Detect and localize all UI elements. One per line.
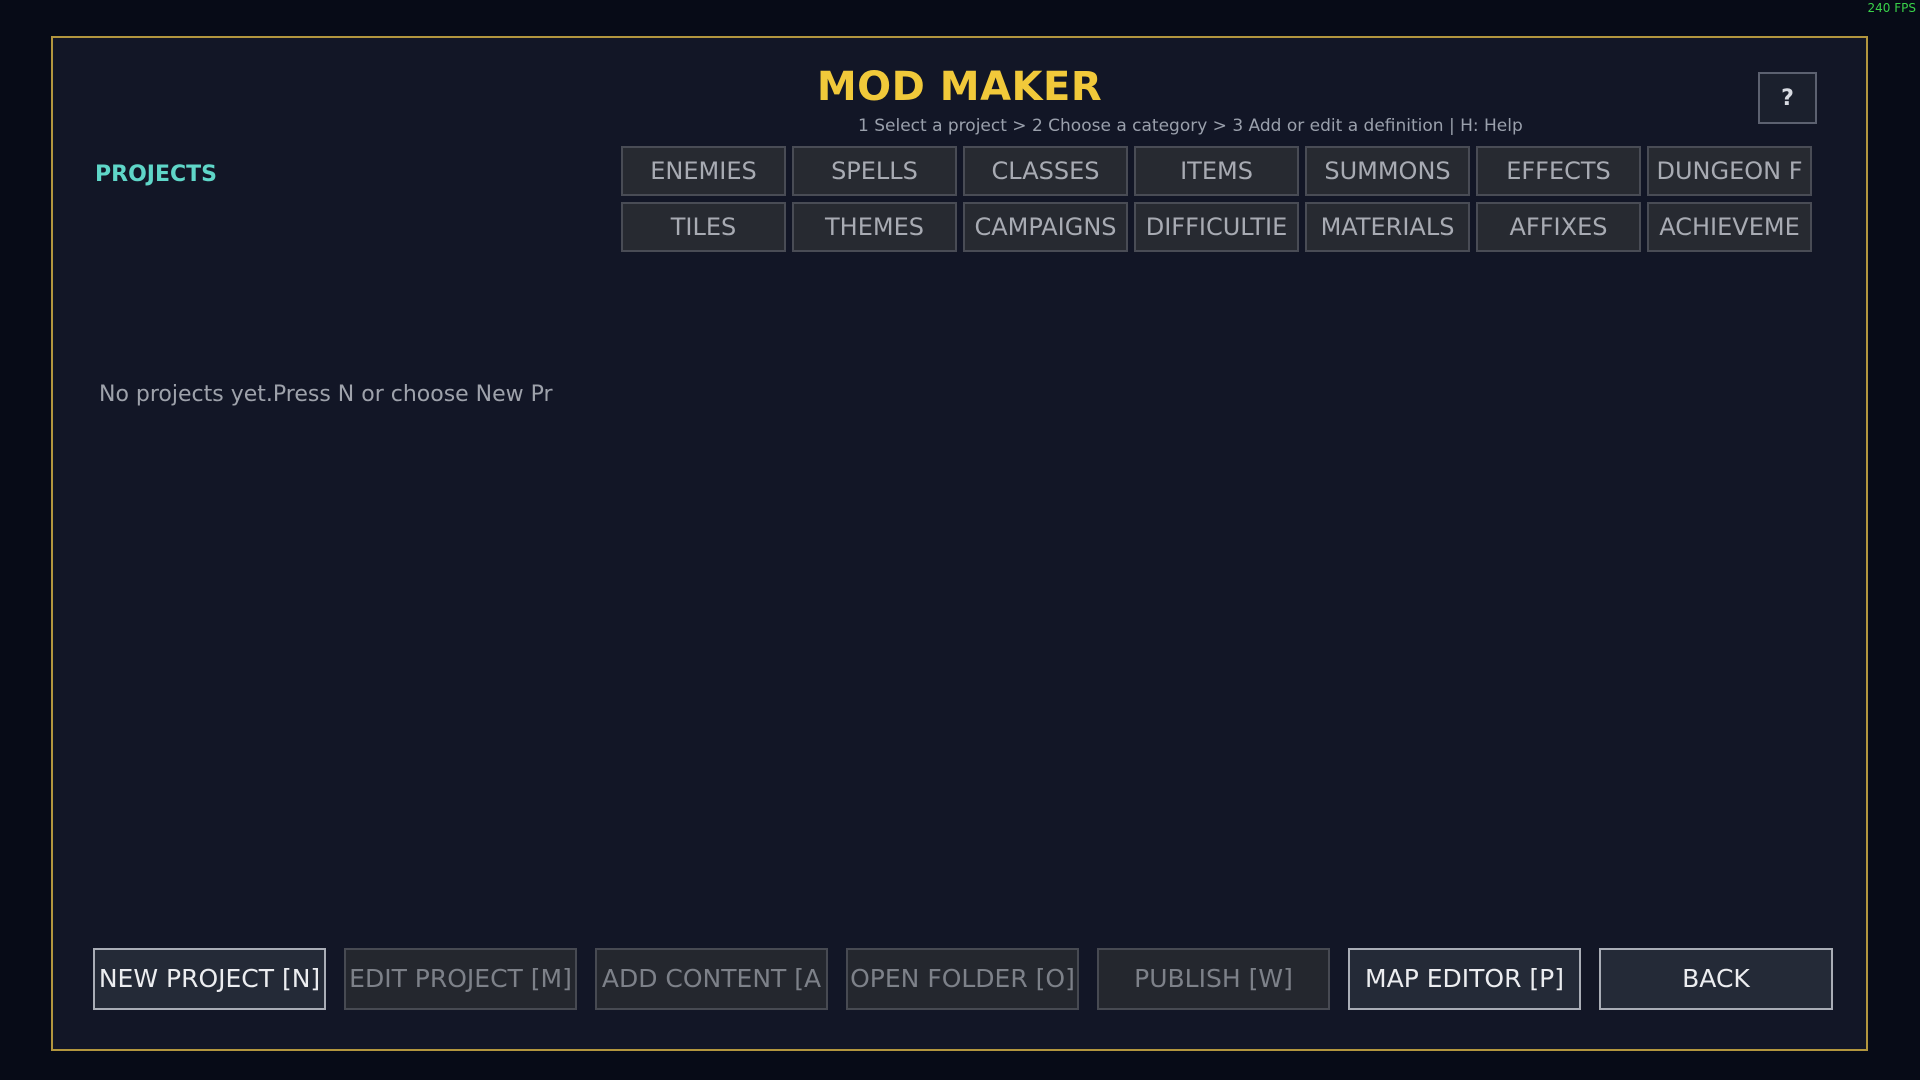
projects-heading: PROJECTS [95,162,217,187]
projects-empty-message: No projects yet.Press N or choose New Pr [99,382,553,407]
action-bar: NEW PROJECT [N] EDIT PROJECT [M] ADD CON… [93,948,1833,1010]
edit-project-button[interactable]: EDIT PROJECT [M] [344,948,577,1010]
map-editor-button[interactable]: MAP EDITOR [P] [1348,948,1581,1010]
open-folder-button[interactable]: OPEN FOLDER [O] [846,948,1079,1010]
category-spells-button[interactable]: SPELLS [792,146,957,196]
page-title: MOD MAKER [816,64,1103,110]
publish-button[interactable]: PUBLISH [W] [1097,948,1330,1010]
category-enemies-button[interactable]: ENEMIES [621,146,786,196]
category-summons-button[interactable]: SUMMONS [1305,146,1470,196]
workflow-steps: 1 Select a project > 2 Choose a category… [858,116,1523,136]
category-difficulties-button[interactable]: DIFFICULTIE [1134,202,1299,252]
add-content-button[interactable]: ADD CONTENT [A [595,948,828,1010]
category-grid: ENEMIES SPELLS CLASSES ITEMS SUMMONS EFF… [621,146,1812,252]
new-project-button[interactable]: NEW PROJECT [N] [93,948,326,1010]
category-dungeon-button[interactable]: DUNGEON F [1647,146,1812,196]
category-items-button[interactable]: ITEMS [1134,146,1299,196]
category-materials-button[interactable]: MATERIALS [1305,202,1470,252]
category-affixes-button[interactable]: AFFIXES [1476,202,1641,252]
category-campaigns-button[interactable]: CAMPAIGNS [963,202,1128,252]
category-classes-button[interactable]: CLASSES [963,146,1128,196]
help-button[interactable]: ? [1758,72,1817,124]
back-button[interactable]: BACK [1599,948,1833,1010]
category-themes-button[interactable]: THEMES [792,202,957,252]
fps-counter: 240 FPS [1867,1,1916,15]
category-effects-button[interactable]: EFFECTS [1476,146,1641,196]
mod-maker-panel: MOD MAKER 1 Select a project > 2 Choose … [51,36,1868,1051]
category-achievements-button[interactable]: ACHIEVEME [1647,202,1812,252]
category-tiles-button[interactable]: TILES [621,202,786,252]
